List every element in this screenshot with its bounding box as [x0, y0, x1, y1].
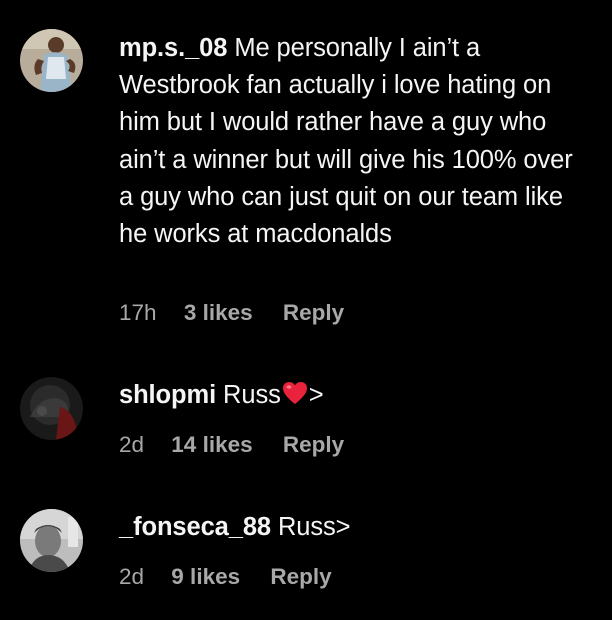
heart-outline-icon[interactable]	[606, 46, 612, 62]
heart-outline-icon[interactable]	[606, 528, 612, 544]
comment-item: mp.s._08 Me personally I ain’t a Westbro…	[0, 0, 612, 360]
comment-likes[interactable]: 14 likes	[171, 432, 252, 458]
heart-outline-icon[interactable]	[606, 395, 612, 411]
reply-button[interactable]: Reply	[283, 300, 344, 326]
user-avatar-icon	[20, 509, 83, 572]
comment-item: _fonseca_88 Russ> 2d 9 likes Reply	[0, 490, 612, 620]
comment-text: mp.s._08 Me personally I ain’t a Westbro…	[119, 30, 579, 253]
avatar[interactable]	[20, 29, 83, 92]
comment-body: Me personally I ain’t a Westbrook fan ac…	[119, 34, 573, 249]
comment-timestamp[interactable]: 2d	[119, 432, 144, 458]
avatar[interactable]	[20, 377, 83, 440]
comment-meta: 17h 3 likes Reply	[119, 300, 344, 326]
comment-body: Russ>	[271, 513, 351, 541]
comment-meta: 2d 14 likes Reply	[119, 432, 344, 458]
comment-timestamp[interactable]: 2d	[119, 564, 144, 590]
comment-meta: 2d 9 likes Reply	[119, 564, 332, 590]
comment-body-suffix: >	[308, 381, 324, 409]
comment-timestamp[interactable]: 17h	[119, 300, 157, 326]
comment-likes[interactable]: 3 likes	[184, 300, 253, 326]
red-heart-icon	[282, 382, 307, 404]
reply-button[interactable]: Reply	[270, 564, 331, 590]
comment-item: shlopmi Russ > 2d 14 likes Reply	[0, 360, 612, 490]
comment-username[interactable]: _fonseca_88	[119, 513, 271, 541]
user-avatar-icon	[20, 377, 83, 440]
comment-likes[interactable]: 9 likes	[171, 564, 240, 590]
comment-text: shlopmi Russ >	[119, 377, 579, 414]
comment-username[interactable]: shlopmi	[119, 381, 216, 409]
comment-body: Russ	[216, 381, 281, 409]
comment-text: _fonseca_88 Russ>	[119, 509, 579, 546]
user-avatar-icon	[20, 29, 83, 92]
comment-username[interactable]: mp.s._08	[119, 34, 227, 62]
reply-button[interactable]: Reply	[283, 432, 344, 458]
avatar[interactable]	[20, 509, 83, 572]
